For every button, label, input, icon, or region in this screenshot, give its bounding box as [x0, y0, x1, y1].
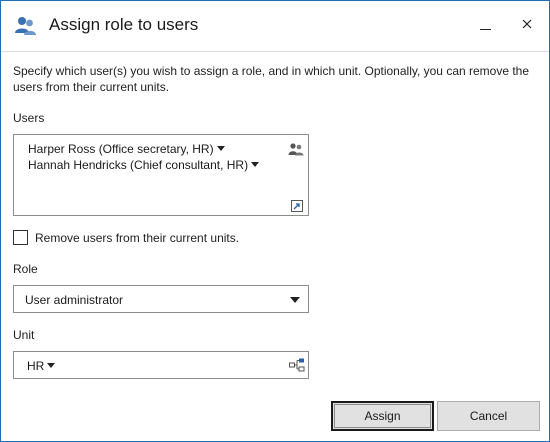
title-divider — [1, 51, 549, 52]
role-label: Role — [13, 262, 38, 276]
minimize-button[interactable] — [471, 9, 501, 39]
close-button[interactable] — [512, 9, 542, 39]
user-token-label: Harper Ross (Office secretary, HR) — [28, 142, 214, 156]
assign-role-dialog: Assign role to users Specify which user(… — [0, 0, 550, 442]
org-tree-icon[interactable] — [289, 358, 305, 372]
dialog-title: Assign role to users — [49, 15, 199, 34]
close-icon — [522, 19, 532, 29]
unit-label: Unit — [13, 328, 35, 342]
unit-token[interactable]: HR — [27, 359, 56, 373]
cancel-button[interactable]: Cancel — [437, 401, 540, 431]
users-icon — [14, 14, 38, 38]
browse-icon[interactable] — [291, 199, 303, 212]
remove-users-checkbox[interactable] — [13, 230, 28, 245]
chevron-down-icon — [290, 297, 300, 303]
assign-button-label: Assign — [364, 409, 401, 423]
minimize-icon — [480, 29, 491, 30]
user-token-label: Hannah Hendricks (Chief consultant, HR) — [28, 158, 249, 172]
title-bar: Assign role to users — [1, 1, 549, 51]
chevron-down-icon[interactable] — [47, 363, 56, 368]
role-selected-value: User administrator — [25, 293, 124, 307]
users-picker-icon[interactable] — [288, 142, 304, 156]
users-label: Users — [13, 111, 45, 125]
assign-button[interactable]: Assign — [331, 401, 434, 431]
chevron-down-icon[interactable] — [216, 146, 225, 151]
user-token[interactable]: Hannah Hendricks (Chief consultant, HR) — [28, 158, 260, 172]
role-dropdown[interactable]: User administrator — [13, 285, 309, 313]
unit-token-label: HR — [27, 359, 45, 373]
users-field[interactable]: Harper Ross (Office secretary, HR) Hanna… — [13, 134, 309, 216]
dialog-description: Specify which user(s) you wish to assign… — [13, 64, 530, 94]
chevron-down-icon[interactable] — [251, 162, 260, 167]
unit-field[interactable]: HR — [13, 351, 309, 379]
remove-users-label[interactable]: Remove users from their current units. — [35, 231, 239, 245]
user-token[interactable]: Harper Ross (Office secretary, HR) — [28, 142, 225, 156]
